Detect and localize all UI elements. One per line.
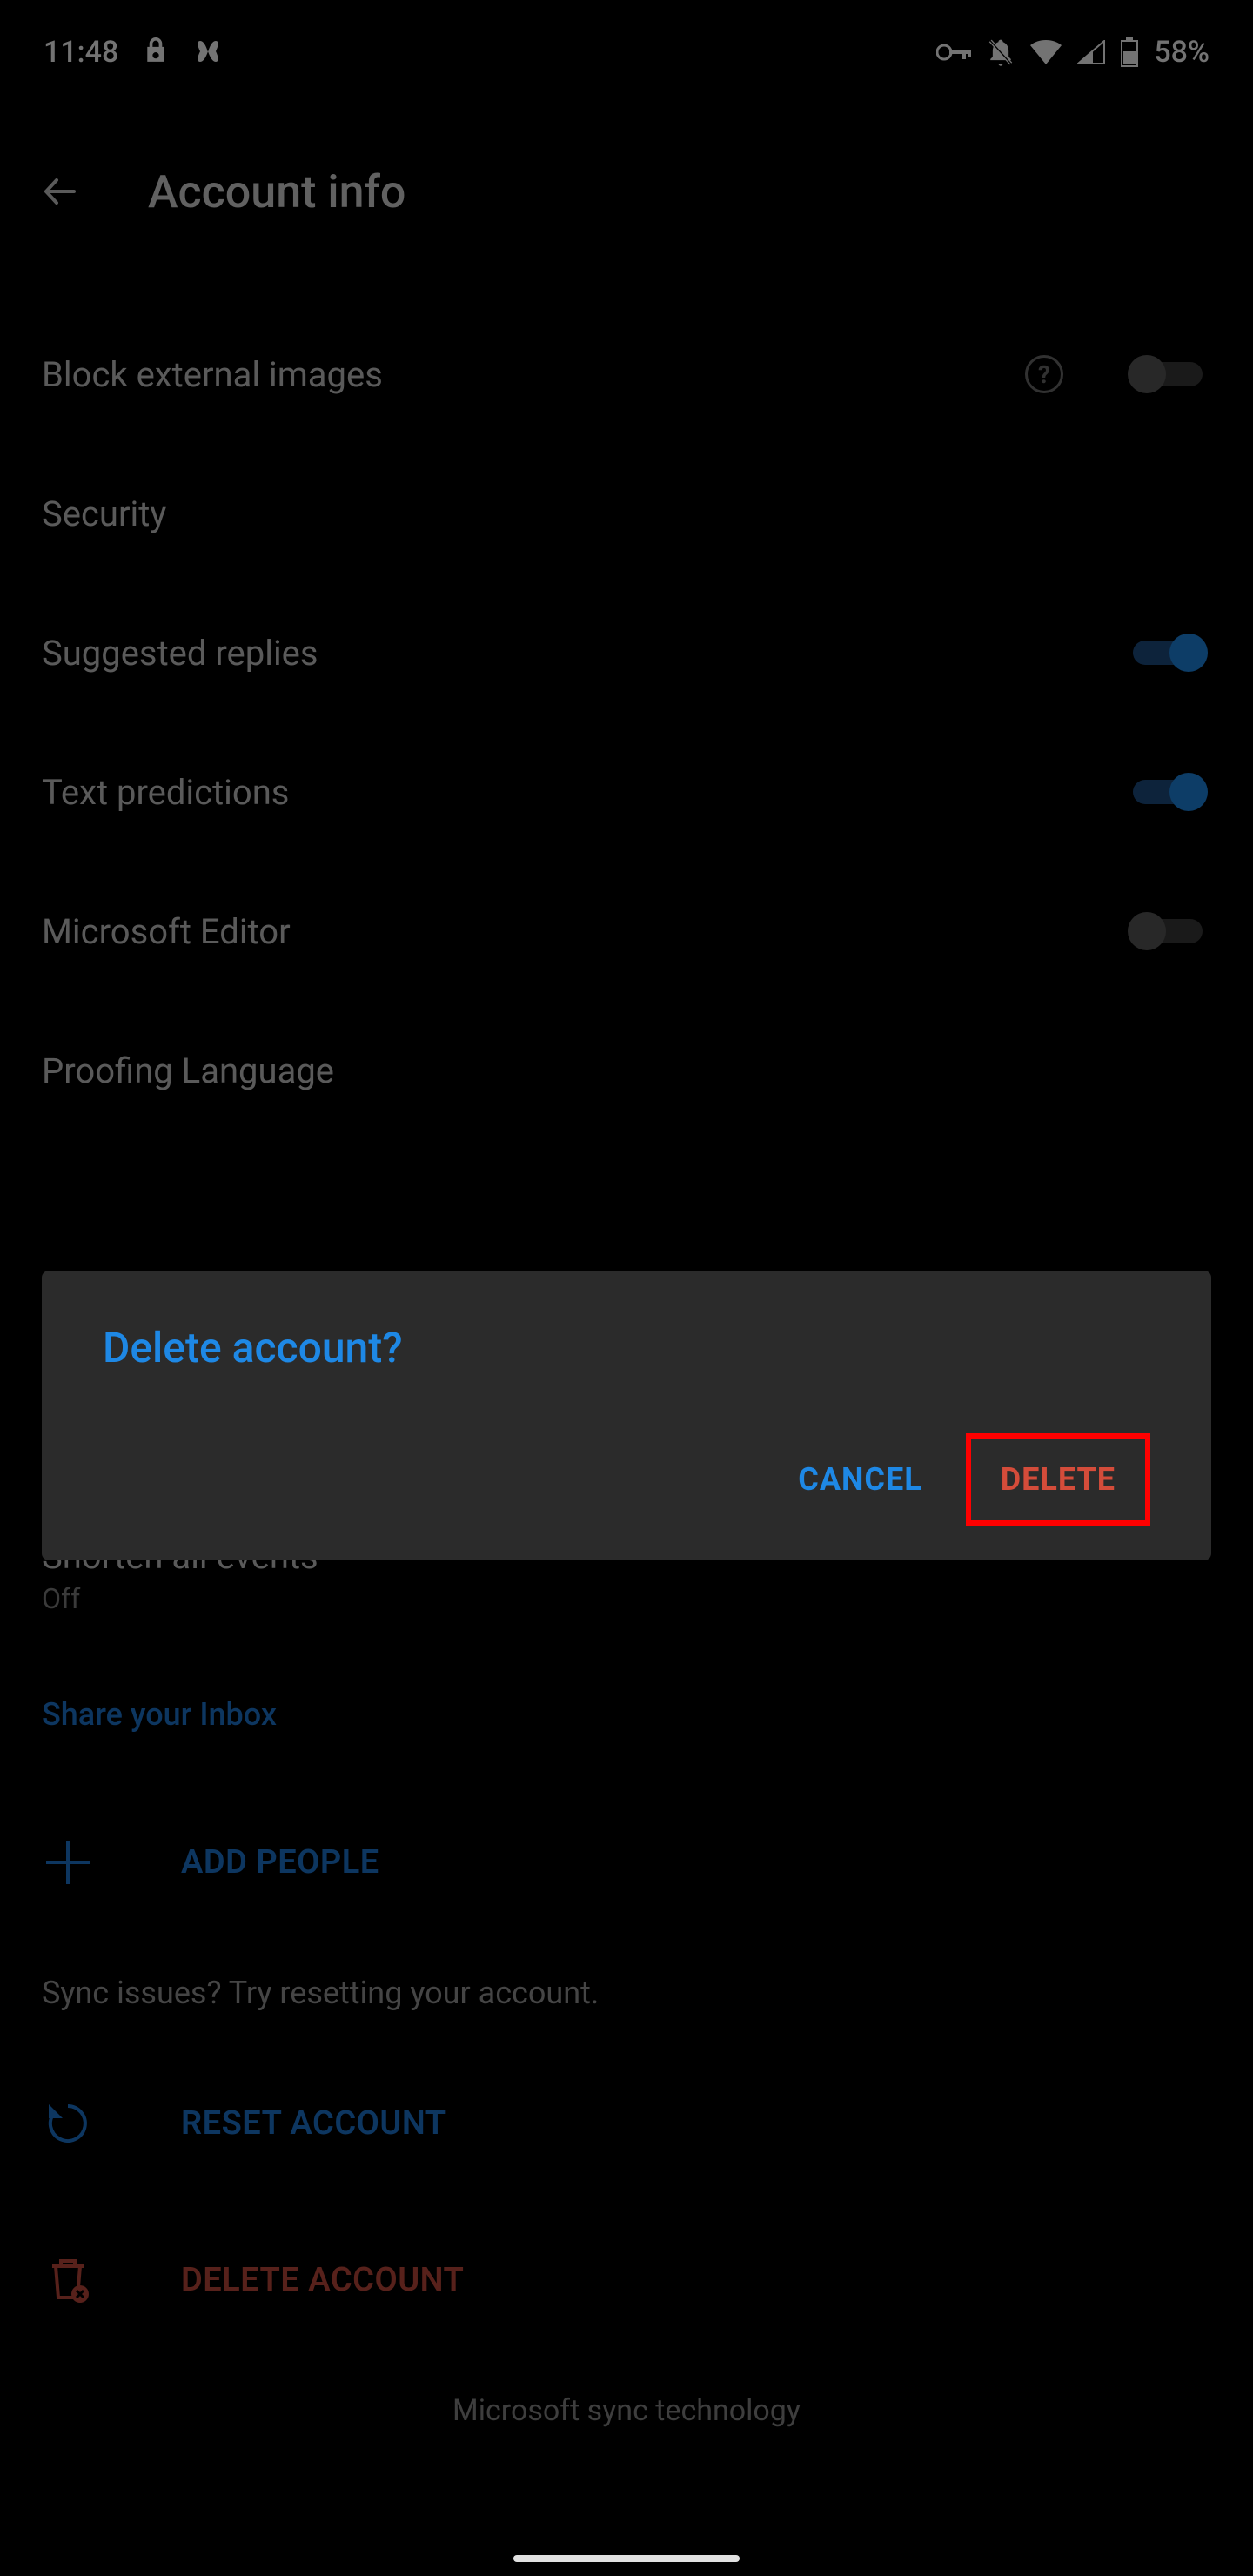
action-label: RESET ACCOUNT: [181, 2104, 446, 2143]
row-suggested-replies[interactable]: Suggested replies: [42, 583, 1211, 722]
back-button[interactable]: [35, 165, 87, 218]
row-label: Suggested replies: [42, 633, 318, 674]
row-label: Block external images: [42, 354, 383, 395]
section-share-inbox: Share your Inbox: [42, 1645, 1211, 1784]
notifications-off-icon: [987, 37, 1015, 67]
row-label: Microsoft Editor: [42, 911, 291, 952]
toggle-text-predictions[interactable]: [1124, 770, 1211, 814]
plus-icon: [42, 1836, 94, 1888]
toggle-suggested-replies[interactable]: [1124, 631, 1211, 674]
row-label: Security: [42, 493, 166, 534]
row-block-external-images[interactable]: Block external images ?: [42, 305, 1211, 444]
lock-icon: [143, 37, 169, 67]
wifi-icon: [1030, 40, 1062, 64]
dialog-delete-button[interactable]: DELETE: [966, 1433, 1150, 1526]
row-label: Text predictions: [42, 772, 289, 813]
signal-icon: [1077, 40, 1105, 64]
delete-account-button[interactable]: DELETE ACCOUNT: [42, 2202, 1211, 2358]
sync-hint: Sync issues? Try resetting your account.: [42, 1941, 1211, 2045]
add-people-button[interactable]: ADD PEOPLE: [42, 1784, 1211, 1941]
reset-icon: [42, 2097, 94, 2150]
butterfly-icon: [193, 39, 223, 65]
toggle-microsoft-editor[interactable]: [1124, 909, 1211, 953]
dialog-title: Delete account?: [103, 1323, 1150, 1372]
navigation-handle[interactable]: [513, 2555, 740, 2562]
row-security[interactable]: Security: [42, 444, 1211, 583]
row-microsoft-editor[interactable]: Microsoft Editor: [42, 862, 1211, 1001]
app-bar: Account info: [0, 104, 1253, 278]
hint-label: Sync issues? Try resetting your account.: [42, 1975, 599, 2011]
dialog-cancel-button[interactable]: CANCEL: [763, 1433, 956, 1526]
status-battery-text: 58%: [1154, 35, 1209, 70]
vpn-key-icon: [936, 43, 971, 62]
row-label: Proofing Language: [42, 1050, 334, 1091]
row-text-predictions[interactable]: Text predictions: [42, 722, 1211, 862]
row-proofing-language[interactable]: Proofing Language: [42, 1001, 1211, 1140]
battery-icon: [1121, 37, 1138, 67]
status-time: 11:48: [44, 35, 118, 70]
status-bar: 11:48 58%: [0, 0, 1253, 104]
page-title: Account info: [148, 165, 405, 218]
row-value: Off: [42, 1582, 1211, 1615]
reset-account-button[interactable]: RESET ACCOUNT: [42, 2045, 1211, 2202]
help-icon[interactable]: ?: [1025, 355, 1063, 393]
section-label: Share your Inbox: [42, 1696, 277, 1733]
action-label: DELETE ACCOUNT: [181, 2261, 464, 2299]
delete-account-dialog: Delete account? CANCEL DELETE: [42, 1271, 1211, 1560]
trash-icon: [42, 2254, 94, 2306]
action-label: ADD PEOPLE: [181, 1843, 379, 1882]
footer-text: Microsoft sync technology: [42, 2393, 1211, 2428]
toggle-block-external-images[interactable]: [1124, 352, 1211, 396]
